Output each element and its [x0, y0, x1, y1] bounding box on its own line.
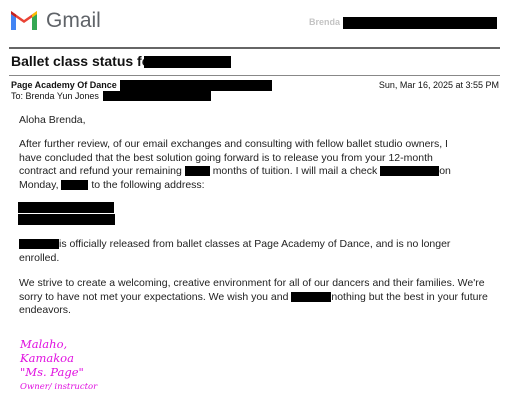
- paragraph-1-line-3-part-b: months of tuition. I will mail a check: [212, 165, 378, 177]
- sender-name[interactable]: Page Academy Of Dance: [11, 80, 117, 90]
- gmail-header: Gmail Brenda: [0, 0, 511, 44]
- email-greeting: Aloha Brenda,: [19, 114, 86, 126]
- email-subject: Ballet class status for: [11, 53, 156, 69]
- paragraph-1-line-3: contract and refund your remaining month…: [19, 165, 493, 179]
- email-date: Sun, Mar 16, 2025 at 3:55 PM: [378, 80, 499, 90]
- subject-divider: [9, 75, 500, 76]
- paragraph-1-line-3-part-c: on: [439, 165, 451, 177]
- redacted-subject-name: [144, 56, 231, 68]
- paragraph-1-line-2: have concluded that the best solution go…: [19, 151, 433, 164]
- redacted-months-count: [184, 166, 210, 177]
- redacted-check-amount: [380, 166, 440, 177]
- redacted-address-line-2: [18, 214, 115, 225]
- redacted-student-name-2: [291, 291, 332, 302]
- signature-nickname: "Ms. Page": [20, 365, 84, 379]
- email-paragraph-3: We strive to create a welcoming, creativ…: [19, 277, 493, 318]
- paragraph-2-text: is officially released from ballet class…: [19, 238, 451, 264]
- redacted-address-line-1: [18, 202, 114, 213]
- gmail-m-icon[interactable]: [9, 9, 39, 32]
- header-divider: [9, 47, 500, 49]
- redacted-account-email: [343, 17, 497, 29]
- redacted-sender-email: [120, 80, 272, 91]
- paragraph-1-line-4: Monday, to the following address:: [19, 179, 493, 193]
- paragraph-1-line-4-part-b: to the following address:: [91, 178, 205, 191]
- paragraph-1-line-1: After further review, of our email excha…: [19, 138, 448, 150]
- redacted-student-name: [19, 239, 59, 250]
- account-name: Brenda: [309, 17, 341, 27]
- recipient-line: To: Brenda Yun Jones: [11, 91, 99, 101]
- paragraph-1-line-3-part-a: contract and refund your remaining: [19, 165, 182, 177]
- signature-title: Owner/ instructor: [20, 382, 98, 392]
- redacted-recipient-email: [103, 91, 211, 101]
- email-paragraph-2: is officially released from ballet class…: [19, 238, 493, 265]
- gmail-brand-text[interactable]: Gmail: [46, 9, 101, 33]
- email-paragraph-1: After further review, of our email excha…: [19, 138, 493, 192]
- signature-name: Kamakoa: [20, 351, 74, 365]
- signature-closing: Malaho,: [20, 337, 68, 351]
- redacted-date: [61, 179, 89, 190]
- paragraph-1-line-4-part-a: Monday,: [19, 178, 59, 191]
